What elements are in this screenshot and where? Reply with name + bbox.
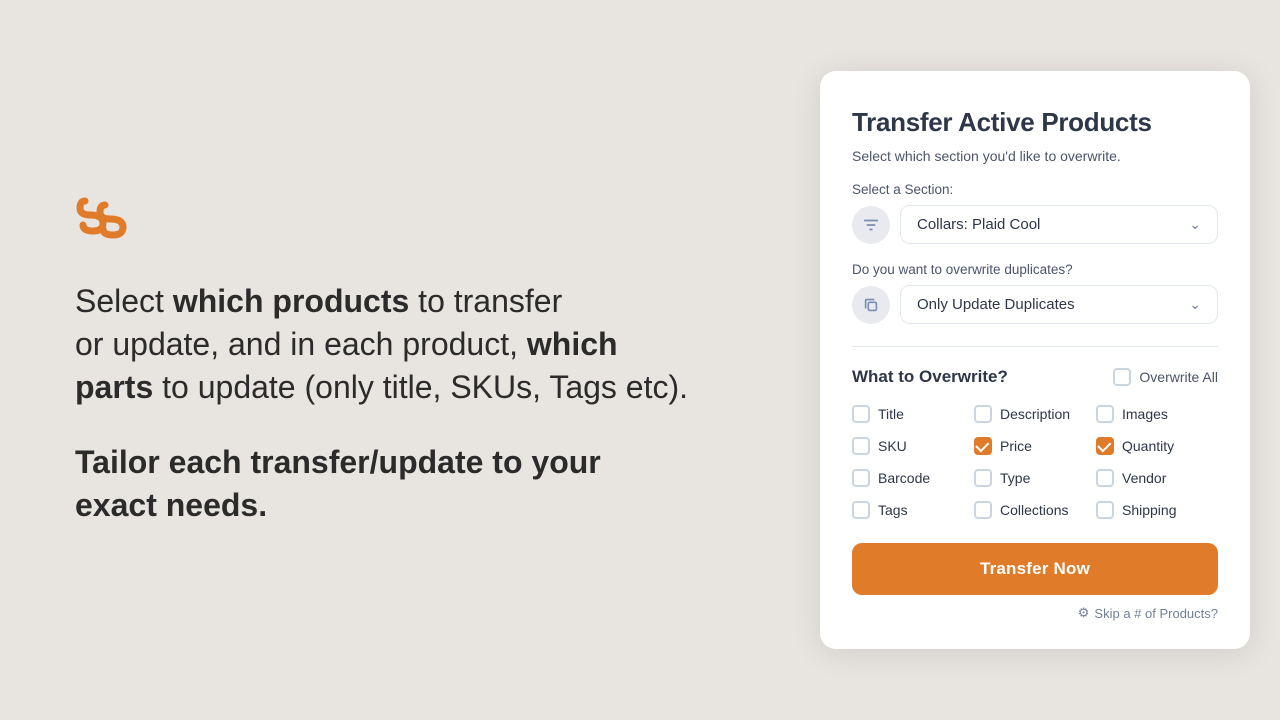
panel-subtitle: Select which section you'd like to overw…: [852, 148, 1218, 164]
skip-label: Skip a # of Products?: [1094, 606, 1218, 621]
overwrite-all-row[interactable]: Overwrite All: [1113, 368, 1218, 386]
copy-icon-wrapper: [852, 286, 890, 324]
checkbox-type-item[interactable]: Type: [974, 469, 1096, 487]
checkbox-collections-item[interactable]: Collections: [974, 501, 1096, 519]
left-panel: Select which products to transfer or upd…: [0, 133, 820, 588]
duplicates-dropdown[interactable]: Only Update Duplicates ⌄: [900, 285, 1218, 324]
checkbox-title-label: Title: [878, 406, 904, 422]
checkbox-sku-item[interactable]: SKU: [852, 437, 974, 455]
checkbox-images-label: Images: [1122, 406, 1168, 422]
checkbox-description[interactable]: [974, 405, 992, 423]
checkbox-sku-label: SKU: [878, 438, 907, 454]
settings-icon: ⚙: [1078, 605, 1090, 621]
checkbox-title-item[interactable]: Title: [852, 405, 974, 423]
checkbox-quantity-item[interactable]: Quantity: [1096, 437, 1218, 455]
checkbox-shipping-item[interactable]: Shipping: [1096, 501, 1218, 519]
checkbox-shipping-label: Shipping: [1122, 502, 1177, 518]
checkbox-price[interactable]: [974, 437, 992, 455]
skip-link[interactable]: ⚙ Skip a # of Products?: [852, 605, 1218, 621]
section-label: Select a Section:: [852, 182, 1218, 197]
transfer-now-button[interactable]: Transfer Now: [852, 543, 1218, 595]
checkbox-vendor-item[interactable]: Vendor: [1096, 469, 1218, 487]
checkbox-images-item[interactable]: Images: [1096, 405, 1218, 423]
sub-text-block: Tailor each transfer/update to your exac…: [75, 441, 760, 527]
logo: [75, 193, 760, 248]
checkbox-description-item[interactable]: Description: [974, 405, 1096, 423]
checkbox-collections-label: Collections: [1000, 502, 1068, 518]
filter-icon: [862, 216, 880, 234]
checkbox-barcode-label: Barcode: [878, 470, 930, 486]
right-panel: Transfer Active Products Select which se…: [820, 71, 1250, 649]
checkbox-title[interactable]: [852, 405, 870, 423]
section-dropdown-value: Collars: Plaid Cool: [917, 216, 1040, 233]
duplicates-label: Do you want to overwrite duplicates?: [852, 262, 1218, 277]
checkbox-vendor[interactable]: [1096, 469, 1114, 487]
checkbox-tags[interactable]: [852, 501, 870, 519]
checkbox-shipping[interactable]: [1096, 501, 1114, 519]
checkbox-tags-label: Tags: [878, 502, 908, 518]
bold-parts: parts: [75, 369, 153, 405]
bold-which: which: [527, 326, 618, 362]
checkbox-barcode-item[interactable]: Barcode: [852, 469, 974, 487]
overwrite-all-label: Overwrite All: [1139, 369, 1218, 385]
divider: [852, 346, 1218, 347]
checkbox-quantity[interactable]: [1096, 437, 1114, 455]
bold-which-products: which products: [173, 283, 409, 319]
overwrite-title: What to Overwrite?: [852, 367, 1008, 387]
checkbox-collections[interactable]: [974, 501, 992, 519]
duplicates-dropdown-chevron: ⌄: [1189, 296, 1201, 313]
panel-title: Transfer Active Products: [852, 107, 1218, 138]
checkbox-images[interactable]: [1096, 405, 1114, 423]
checkbox-type[interactable]: [974, 469, 992, 487]
checkbox-tags-item[interactable]: Tags: [852, 501, 974, 519]
checkbox-description-label: Description: [1000, 406, 1070, 422]
checkbox-type-label: Type: [1000, 470, 1030, 486]
section-dropdown-row: Collars: Plaid Cool ⌄: [852, 205, 1218, 244]
section-dropdown-chevron: ⌄: [1189, 216, 1201, 233]
section-dropdown[interactable]: Collars: Plaid Cool ⌄: [900, 205, 1218, 244]
checkbox-price-label: Price: [1000, 438, 1032, 454]
duplicates-dropdown-value: Only Update Duplicates: [917, 296, 1075, 313]
checkbox-vendor-label: Vendor: [1122, 470, 1166, 486]
hero-text-block: Select which products to transfer or upd…: [75, 280, 760, 410]
checkbox-sku[interactable]: [852, 437, 870, 455]
checkbox-quantity-label: Quantity: [1122, 438, 1174, 454]
checkbox-price-item[interactable]: Price: [974, 437, 1096, 455]
checkbox-barcode[interactable]: [852, 469, 870, 487]
overwrite-all-checkbox[interactable]: [1113, 368, 1131, 386]
overwrite-header: What to Overwrite? Overwrite All: [852, 367, 1218, 387]
filter-icon-wrapper: [852, 206, 890, 244]
checkbox-grid: Title Description Images SKU Price Quant…: [852, 405, 1218, 519]
duplicates-dropdown-row: Only Update Duplicates ⌄: [852, 285, 1218, 324]
copy-icon: [862, 296, 880, 314]
